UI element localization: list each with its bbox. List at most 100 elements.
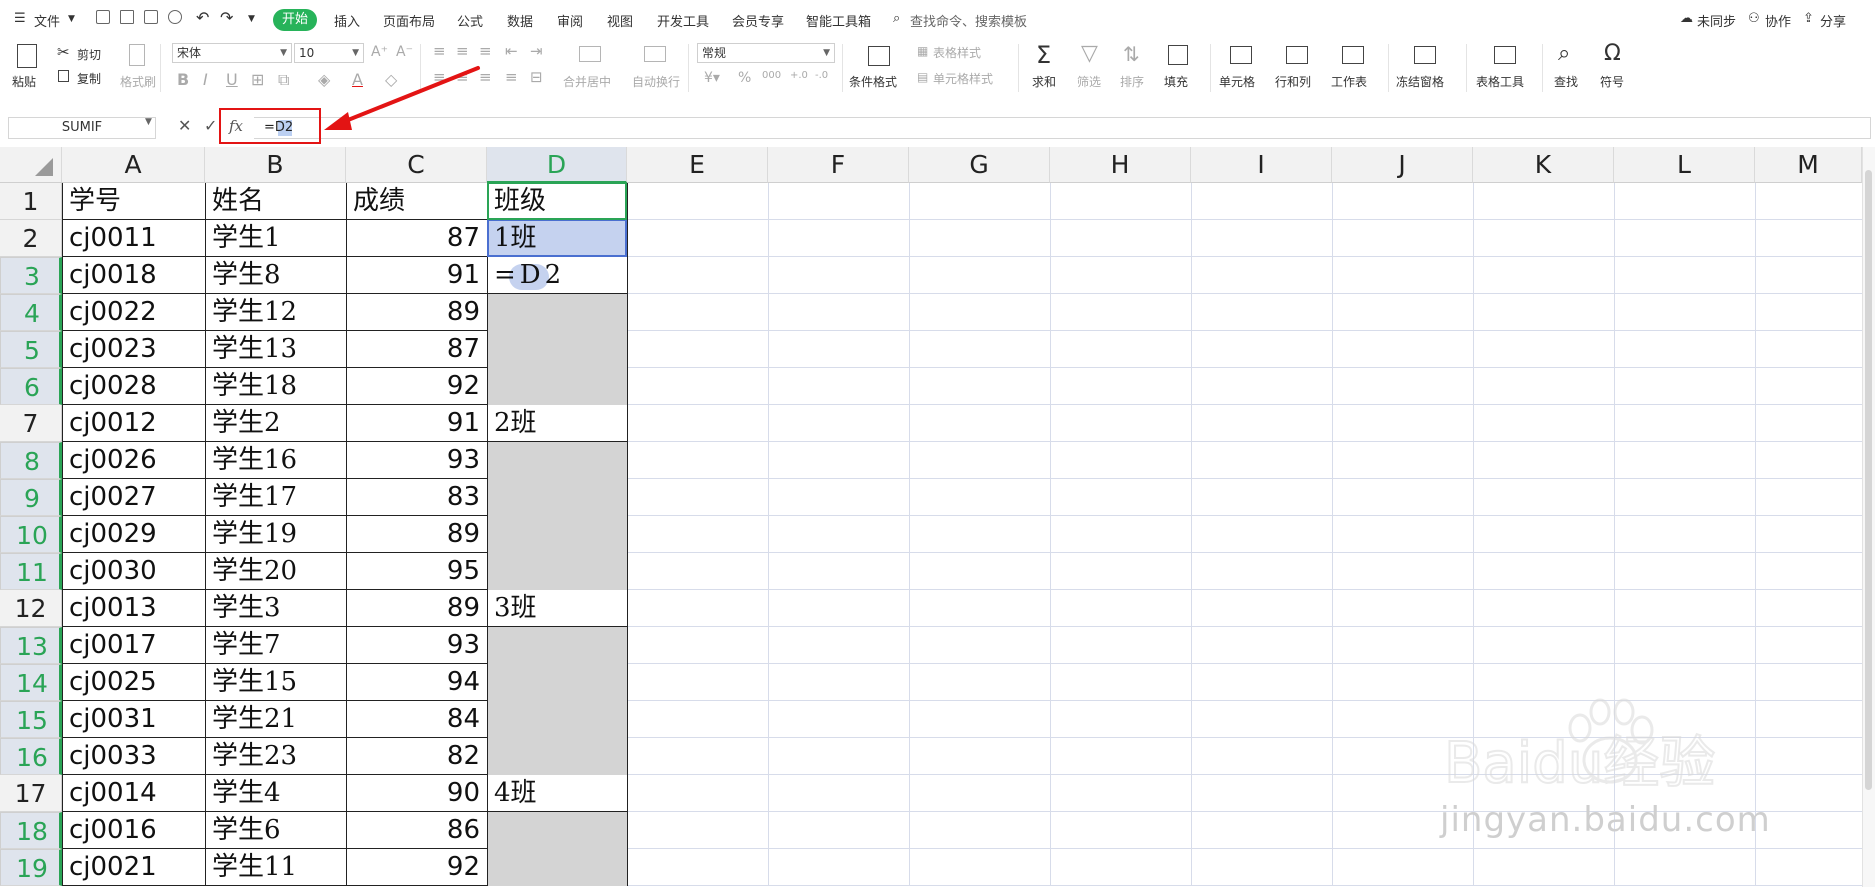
cell-d17[interactable]: 4班	[488, 775, 627, 812]
tab-formula[interactable]: 公式	[457, 11, 483, 30]
cell-c5[interactable]: 87	[347, 331, 486, 368]
row-header-7[interactable]: 7	[0, 405, 62, 442]
cell-c14[interactable]: 94	[347, 664, 486, 701]
cell-a18[interactable]: cj0016	[63, 812, 204, 849]
cell-c18[interactable]: 86	[347, 812, 486, 849]
row-header-4[interactable]: 4	[0, 294, 62, 331]
cell-b13[interactable]: 学生7	[206, 627, 346, 664]
command-search[interactable]: 查找命令、搜索模板	[910, 11, 1027, 30]
percent-icon[interactable]: %	[738, 70, 751, 86]
cell-a19[interactable]: cj0021	[63, 849, 204, 886]
file-menu-chevron-icon[interactable]: ▼	[68, 14, 75, 24]
align-bottom-icon[interactable]: ≡	[479, 42, 492, 60]
cell-c8[interactable]: 93	[347, 442, 486, 479]
merge-center-icon[interactable]	[579, 46, 601, 62]
redo-icon[interactable]: ↷	[220, 8, 233, 27]
column-header-j[interactable]: J	[1332, 147, 1473, 183]
fill-icon[interactable]	[1168, 45, 1188, 65]
border-icon[interactable]: ⊞	[251, 70, 264, 89]
thousands-icon[interactable]: 000	[762, 70, 781, 81]
cell-a3[interactable]: cj0018	[63, 257, 204, 294]
cell-b15[interactable]: 学生21	[206, 701, 346, 738]
cell-style-icon[interactable]: ▤	[917, 70, 928, 84]
select-all-corner[interactable]	[0, 147, 62, 183]
format-painter-icon[interactable]	[129, 44, 145, 66]
conditional-format-icon[interactable]	[868, 46, 890, 66]
cell-b12[interactable]: 学生3	[206, 590, 346, 627]
tab-member[interactable]: 会员专享	[732, 11, 784, 30]
save-icon[interactable]	[96, 10, 110, 24]
table-style-icon[interactable]: ▦	[917, 44, 928, 58]
distribute-icon[interactable]: ⊟	[530, 68, 543, 86]
cell-d11[interactable]	[488, 553, 627, 590]
cell-d9[interactable]	[488, 479, 627, 516]
table-tools-icon[interactable]	[1494, 46, 1516, 64]
print-preview-icon[interactable]	[120, 10, 134, 24]
cell-a11[interactable]: cj0030	[63, 553, 204, 590]
paste-icon[interactable]	[17, 44, 37, 68]
copy-icon[interactable]	[58, 70, 69, 82]
cell-b17[interactable]: 学生4	[206, 775, 346, 812]
share-icon[interactable]: ⇪	[1803, 11, 1814, 26]
column-header-i[interactable]: I	[1191, 147, 1332, 183]
cell-a9[interactable]: cj0027	[63, 479, 204, 516]
sort-button[interactable]: 排序	[1120, 73, 1144, 90]
sort-icon[interactable]: ⇅	[1123, 42, 1140, 66]
cancel-icon[interactable]: ✕	[178, 116, 191, 135]
cell-c11[interactable]: 95	[347, 553, 486, 590]
column-header-c[interactable]: C	[346, 147, 487, 183]
export-icon[interactable]	[168, 10, 182, 24]
formula-input[interactable]	[254, 117, 1871, 139]
copy-button[interactable]: 复制	[77, 70, 101, 87]
cell-c2[interactable]: 87	[347, 220, 486, 257]
row-header-6[interactable]: 6	[0, 368, 62, 405]
column-header-a[interactable]: A	[62, 147, 205, 183]
cell-b11[interactable]: 学生20	[206, 553, 346, 590]
name-box[interactable]: SUMIF	[8, 117, 156, 139]
find-button[interactable]: 查找	[1554, 73, 1578, 90]
tab-home[interactable]: 开始	[273, 9, 318, 31]
row-header-1[interactable]: 1	[0, 183, 62, 220]
search-icon[interactable]: ⌕	[893, 11, 900, 26]
number-format-select[interactable]: 常规 ▼	[697, 43, 835, 63]
cell-c15[interactable]: 84	[347, 701, 486, 738]
cell-b10[interactable]: 学生19	[206, 516, 346, 553]
collab-button[interactable]: 协作	[1765, 11, 1791, 30]
cell-c19[interactable]: 92	[347, 849, 486, 886]
cell-d19[interactable]	[488, 849, 627, 886]
vertical-scrollbar-thumb[interactable]	[1865, 170, 1872, 790]
column-header-g[interactable]: G	[909, 147, 1050, 183]
column-header-f[interactable]: F	[768, 147, 909, 183]
cell-b5[interactable]: 学生13	[206, 331, 346, 368]
decrease-decimal-icon[interactable]: -.0	[815, 70, 828, 81]
cell-d3[interactable]: =D2	[488, 257, 627, 294]
sum-button[interactable]: 求和	[1032, 73, 1056, 90]
cell-a16[interactable]: cj0033	[63, 738, 204, 775]
column-header-k[interactable]: K	[1473, 147, 1614, 183]
cell-c3[interactable]: 91	[347, 257, 486, 294]
table-style-button[interactable]: 表格样式	[933, 44, 981, 61]
indent-decrease-icon[interactable]: ⇤	[505, 42, 518, 60]
format-painter-button[interactable]: 格式刷	[120, 73, 156, 90]
column-header-e[interactable]: E	[627, 147, 768, 183]
currency-icon[interactable]: ¥▾	[704, 70, 720, 86]
font-name-select[interactable]: 宋体 ▼	[172, 43, 292, 63]
column-header-h[interactable]: H	[1050, 147, 1191, 183]
cell-b4[interactable]: 学生12	[206, 294, 346, 331]
cell-d14[interactable]	[488, 664, 627, 701]
row-header-14[interactable]: 14	[0, 664, 62, 701]
hamburger-icon[interactable]: ☰	[14, 11, 26, 26]
cell-style-button[interactable]: 单元格样式	[933, 70, 993, 87]
merge-center-button[interactable]: 合并居中	[563, 73, 611, 90]
column-header-l[interactable]: L	[1614, 147, 1755, 183]
filter-icon[interactable]: ▽	[1081, 41, 1098, 66]
row-col-icon[interactable]	[1286, 46, 1308, 64]
cell-a14[interactable]: cj0025	[63, 664, 204, 701]
align-middle-icon[interactable]: ≡	[456, 42, 469, 60]
row-header-12[interactable]: 12	[0, 590, 62, 627]
cell-b14[interactable]: 学生15	[206, 664, 346, 701]
undo-icon[interactable]: ↶	[196, 8, 209, 27]
cell-c4[interactable]: 89	[347, 294, 486, 331]
row-header-3[interactable]: 3	[0, 257, 62, 294]
increase-decimal-icon[interactable]: +.0	[790, 70, 808, 81]
